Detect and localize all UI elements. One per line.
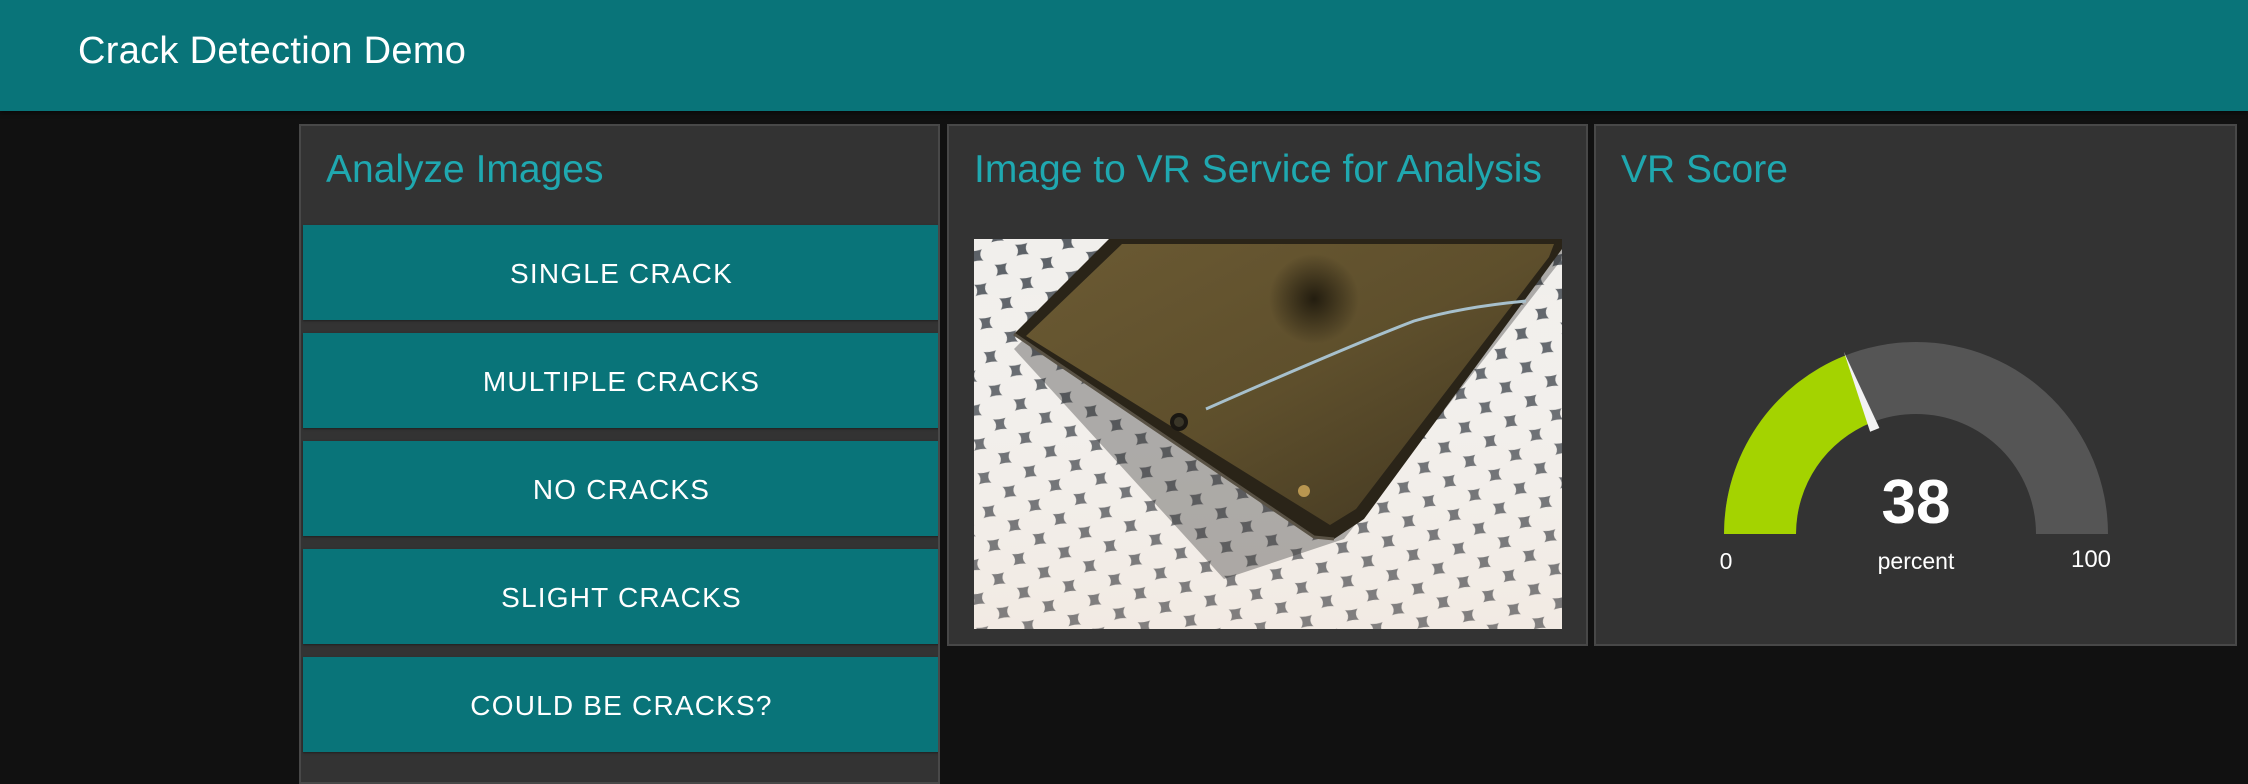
no-cracks-button[interactable]: NO CRACKS <box>303 441 938 536</box>
analyze-images-title: Analyze Images <box>326 148 604 191</box>
gauge-value: 38 <box>1881 468 1951 537</box>
vr-score-panel: VR Score 38 percent 0 100 <box>1594 124 2237 646</box>
image-analysis-panel: Image to VR Service for Analysis <box>947 124 1588 646</box>
single-crack-button[interactable]: SINGLE CRACK <box>303 225 938 320</box>
score-gauge: 38 percent 0 100 <box>1596 126 2235 644</box>
gauge-units: percent <box>1877 548 1955 574</box>
top-app-bar: Crack Detection Demo <box>0 0 2248 111</box>
could-be-cracks-button[interactable]: COULD BE CRACKS? <box>303 657 938 752</box>
multiple-cracks-button[interactable]: MULTIPLE CRACKS <box>303 333 938 428</box>
gauge-max-label: 100 <box>2070 546 2112 573</box>
slight-cracks-button[interactable]: SLIGHT CRACKS <box>303 549 938 644</box>
analyze-images-panel: Analyze Images SINGLE CRACK MULTIPLE CRA… <box>299 124 940 784</box>
image-analysis-title: Image to VR Service for Analysis <box>974 148 1542 191</box>
gauge-min-label: 0 <box>1719 548 1733 574</box>
app-title: Crack Detection Demo <box>78 30 467 72</box>
cracked-phone-photo <box>974 239 1562 629</box>
